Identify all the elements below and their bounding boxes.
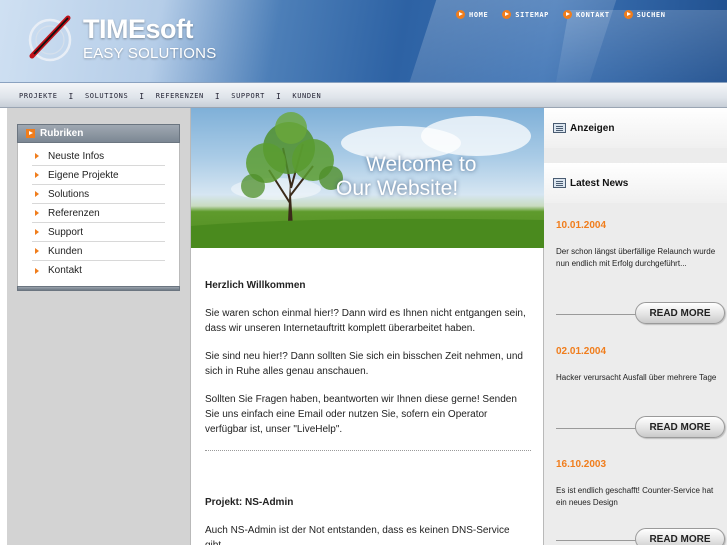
news-text: Es ist endlich geschafft! Counter-Servic…	[556, 486, 714, 507]
newspaper-icon	[553, 178, 566, 188]
subnav-separator: I	[68, 91, 74, 101]
hero-title-line1: Welcome to	[366, 153, 477, 176]
sidebar-item-label: Kunden	[48, 245, 83, 257]
triangle-right-icon	[35, 191, 39, 197]
left-sidebar: Rubriken Neuste Infos Eigene Projekte So…	[7, 108, 190, 545]
triangle-right-icon	[35, 153, 39, 159]
welcome-heading: Herzlich Willkommen	[205, 280, 306, 291]
welcome-paragraph-1: Sie waren schon einmal hier!? Dann wird …	[205, 308, 526, 334]
hero-title-line2: Our Website!	[336, 177, 459, 200]
topnav-sitemap[interactable]: SITEMAP	[502, 10, 549, 19]
project-heading: Projekt: NS-Admin	[205, 497, 294, 508]
logo-clock-icon[interactable]	[24, 12, 76, 64]
arrow-right-icon	[502, 10, 512, 19]
subnav-referenzen[interactable]: REFERENZEN	[156, 92, 204, 100]
subnav-separator: I	[214, 91, 221, 101]
topnav-suchen[interactable]: SUCHEN	[623, 10, 666, 19]
brand-subtitle: EASY SOLUTIONS	[83, 45, 217, 62]
divider-line	[556, 428, 636, 429]
topnav-home-label: HOME	[469, 10, 489, 19]
subnav-solutions[interactable]: SOLUTIONS	[85, 92, 128, 100]
latest-news-heading: Latest News	[570, 177, 629, 189]
subnav-projekte[interactable]: PROJEKTE	[19, 92, 58, 100]
ads-header: Anzeigen	[544, 108, 727, 148]
triangle-right-icon	[35, 172, 39, 178]
ads-heading: Anzeigen	[570, 122, 615, 134]
sidebar-item-label: Referenzen	[48, 207, 100, 219]
right-sidebar: Anzeigen Latest News 10.01.2004 Der scho…	[544, 108, 727, 545]
arrow-right-icon	[623, 10, 633, 19]
subnav-separator: I	[275, 91, 282, 101]
brand-title[interactable]: TIMEsoft	[83, 14, 194, 45]
news-date: 02.01.2004	[556, 346, 607, 357]
sidebar-item-eigene-projekte[interactable]: Eigene Projekte	[32, 166, 165, 185]
welcome-paragraph-3: Sollten Sie Fragen haben, beantworten wi…	[205, 394, 517, 435]
triangle-right-icon	[35, 248, 39, 254]
news-item: 10.01.2004 Der schon längst überfällige …	[556, 220, 721, 270]
news-date: 16.10.2003	[556, 459, 607, 470]
sidebar-item-support[interactable]: Support	[32, 223, 165, 242]
main-content: Welcome to Our Website! Herzlich Willkom…	[190, 108, 544, 545]
read-more-row: READ MORE	[556, 302, 727, 326]
newspaper-icon	[553, 123, 566, 133]
article-body: Herzlich Willkommen Sie waren schon einm…	[205, 278, 531, 545]
sidebar-item-kontakt[interactable]: Kontakt	[32, 261, 165, 280]
read-more-row: READ MORE	[556, 528, 727, 545]
top-navigation: HOME SITEMAP KONTAKT SUCHEN	[456, 10, 666, 19]
topnav-suchen-label: SUCHEN	[636, 10, 666, 19]
sidebar-item-solutions[interactable]: Solutions	[32, 185, 165, 204]
topnav-sitemap-label: SITEMAP	[515, 10, 549, 19]
triangle-right-icon	[35, 229, 39, 235]
project-paragraph: Auch NS-Admin ist der Not entstanden, da…	[205, 525, 510, 545]
triangle-right-icon	[35, 210, 39, 216]
topnav-home[interactable]: HOME	[456, 10, 488, 19]
rubriken-header: Rubriken	[17, 124, 180, 143]
rubriken-footer	[17, 286, 180, 291]
read-more-button[interactable]: READ MORE	[635, 302, 725, 324]
sidebar-item-label: Neuste Infos	[48, 150, 105, 162]
header-glass-decoration-2	[551, 10, 727, 82]
read-more-row: READ MORE	[556, 416, 727, 440]
dotted-divider	[205, 450, 531, 451]
divider-line	[556, 314, 636, 315]
topnav-kontakt-label: KONTAKT	[575, 10, 610, 19]
news-item: 16.10.2003 Es ist endlich geschafft! Cou…	[556, 459, 721, 509]
subnav-separator: I	[139, 91, 145, 101]
welcome-paragraph-2: Sie sind neu hier!? Dann sollten Sie sic…	[205, 351, 523, 377]
arrow-right-icon	[562, 10, 572, 19]
latest-news-header: Latest News	[544, 163, 727, 203]
topnav-kontakt[interactable]: KONTAKT	[562, 10, 610, 19]
triangle-right-icon	[35, 267, 39, 274]
subnav-support[interactable]: SUPPORT	[231, 92, 265, 100]
rubriken-box: Rubriken Neuste Infos Eigene Projekte So…	[17, 124, 180, 291]
read-more-button[interactable]: READ MORE	[635, 416, 725, 438]
sidebar-item-label: Solutions	[48, 188, 90, 200]
subnav-kunden[interactable]: KUNDEN	[292, 92, 321, 100]
sidebar-item-label: Eigene Projekte	[48, 169, 119, 181]
sidebar-item-label: Kontakt	[48, 265, 82, 276]
news-date: 10.01.2004	[556, 220, 607, 231]
sidebar-item-referenzen[interactable]: Referenzen	[32, 204, 165, 223]
read-more-button[interactable]: READ MORE	[635, 528, 725, 545]
rubriken-heading: Rubriken	[40, 128, 84, 139]
divider-line	[556, 540, 636, 541]
news-item: 02.01.2004 Hacker verursacht Ausfall übe…	[556, 346, 721, 384]
news-text: Hacker verursacht Ausfall über mehrere T…	[556, 373, 717, 382]
news-text: Der schon längst überfällige Relaunch wu…	[556, 247, 716, 268]
sidebar-item-label: Support	[48, 226, 84, 238]
site-header: TIMEsoft EASY SOLUTIONS HOME SITEMAP KON…	[0, 0, 727, 82]
sidebar-item-neuste-infos[interactable]: Neuste Infos	[32, 147, 165, 166]
rubriken-list: Neuste Infos Eigene Projekte Solutions R…	[17, 143, 180, 286]
hero-banner: Welcome to Our Website!	[191, 108, 544, 248]
sidebar-item-kunden[interactable]: Kunden	[32, 242, 165, 261]
arrow-right-icon	[456, 10, 465, 19]
arrow-right-icon	[26, 129, 35, 138]
sub-navigation: PROJEKTE I SOLUTIONS I REFERENZEN I SUPP…	[0, 82, 727, 108]
